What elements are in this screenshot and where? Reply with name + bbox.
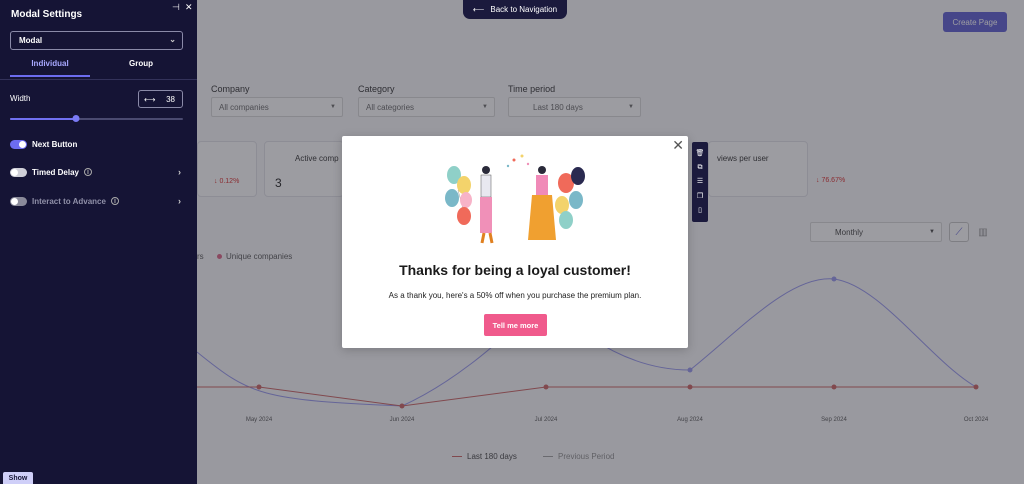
list-icon[interactable]: ☰ (697, 178, 703, 185)
modal-title: Thanks for being a loyal customer! (399, 262, 631, 278)
celebration-illustration (445, 154, 585, 244)
width-slider[interactable] (10, 115, 183, 122)
chevron-down-icon: ⌄ (169, 35, 176, 44)
timed-delay-label: Timed Delay (32, 167, 79, 177)
next-button-row: Next Button (10, 138, 185, 150)
close-icon[interactable]: ✕ (185, 2, 193, 13)
chevron-right-icon: › (178, 196, 181, 206)
modal-body: As a thank you, here's a 50% off when yo… (388, 291, 642, 300)
next-button-label: Next Button (32, 139, 78, 149)
duplicate-icon[interactable]: ❐ (697, 193, 703, 200)
back-to-navigation-button[interactable]: ⟵ Back to Navigation (463, 0, 567, 19)
sidebar-title: Modal Settings (11, 9, 83, 20)
timed-delay-row[interactable]: Timed Delay i › (10, 166, 185, 178)
timed-delay-toggle[interactable] (10, 167, 27, 177)
pin-icon[interactable]: ⊣ (172, 2, 180, 13)
width-value: 38 (166, 94, 175, 104)
show-button[interactable]: Show (3, 472, 33, 484)
back-nav-label: Back to Navigation (490, 5, 558, 14)
width-slider-fill (10, 118, 76, 120)
close-icon[interactable]: ✕ (672, 137, 684, 154)
width-slider-handle[interactable] (72, 115, 80, 122)
width-input[interactable]: ⟷ 38 (138, 90, 183, 108)
chevron-right-icon: › (178, 167, 181, 177)
modal-type-value: Modal (19, 36, 43, 45)
modal-settings-sidebar: Modal Settings ⊣ ✕ Modal ⌄ Individual Gr… (0, 0, 197, 484)
modal-type-select[interactable]: Modal ⌄ (10, 31, 183, 50)
width-label: Width (10, 94, 31, 103)
trash-icon[interactable]: 🗑 (696, 150, 705, 157)
next-button-toggle[interactable] (10, 139, 27, 149)
arrow-left-icon: ⟵ (472, 5, 485, 14)
tab-individual[interactable]: Individual (10, 59, 90, 77)
interact-to-advance-label: Interact to Advance (32, 196, 106, 206)
modal-edit-toolbar: 🗑 ⧉ ☰ ❐ ▯ (692, 142, 708, 222)
tell-me-more-button[interactable]: Tell me more (484, 314, 547, 336)
interact-to-advance-toggle[interactable] (10, 196, 27, 206)
info-icon: i (110, 197, 119, 205)
info-icon: i (83, 168, 92, 176)
tab-group[interactable]: Group (101, 59, 181, 75)
bookmark-icon[interactable]: ▯ (698, 207, 702, 214)
interact-to-advance-row[interactable]: Interact to Advance i › (10, 195, 185, 207)
copy-icon[interactable]: ⧉ (698, 164, 703, 171)
arrows-horizontal-icon: ⟷ (144, 94, 156, 104)
tab-divider (0, 79, 197, 80)
loyalty-modal: ✕ Thanks for being a loyal customer! As … (342, 136, 688, 348)
